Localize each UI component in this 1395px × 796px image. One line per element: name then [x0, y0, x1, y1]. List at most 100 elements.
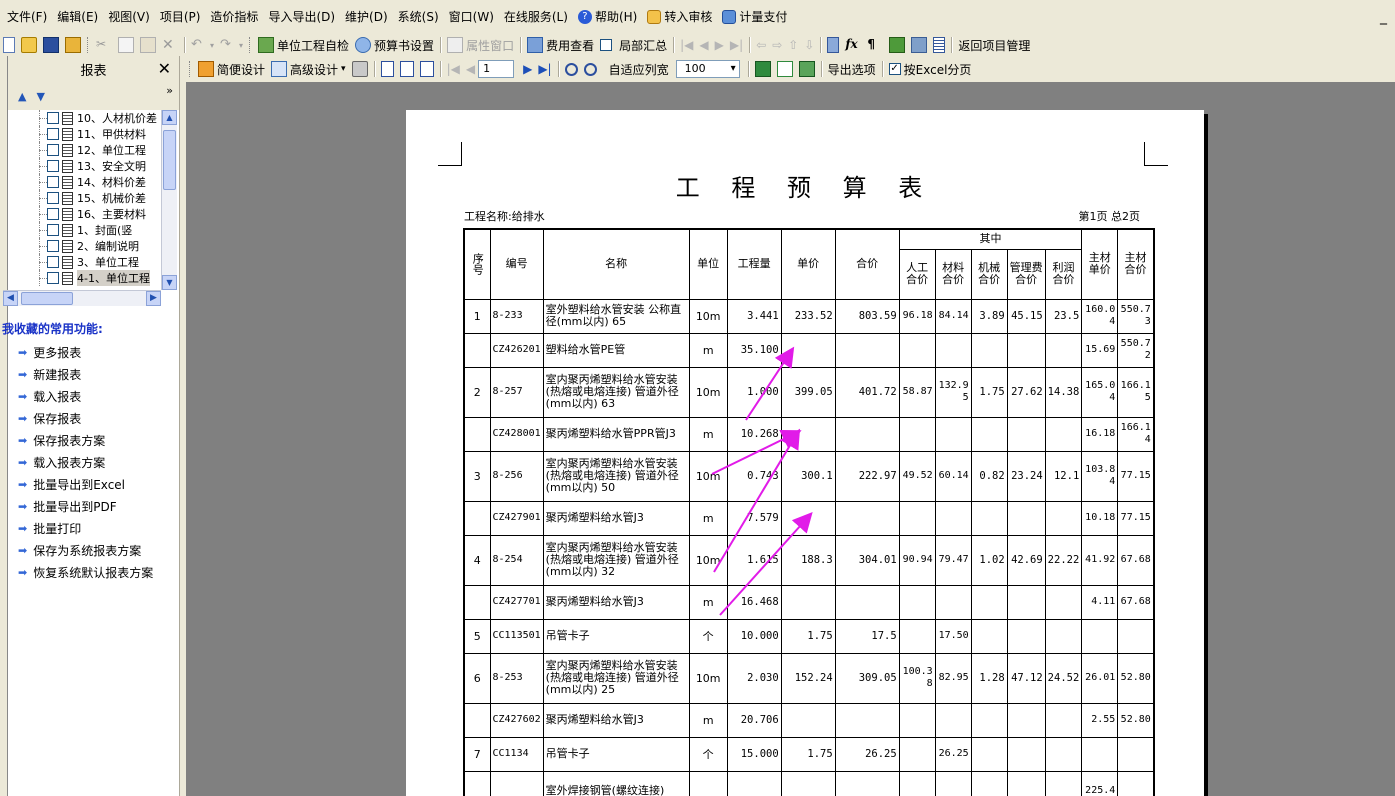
favorite-link[interactable]: ➡ 新建报表 [18, 363, 153, 385]
tree-item-checkbox[interactable] [47, 272, 59, 284]
move-down-icon[interactable]: ▼ [36, 90, 44, 103]
multi-page-button[interactable] [417, 59, 437, 79]
save-as-button[interactable] [62, 35, 84, 55]
menu-cost-index[interactable]: 造价指标 [205, 7, 263, 27]
zoom-out-button[interactable] [581, 59, 600, 79]
zoom-select[interactable]: 100 [675, 60, 740, 78]
tree-item[interactable]: 1、封面(竖 [3, 222, 161, 238]
tree-item-checkbox[interactable] [47, 160, 59, 172]
more-chevron-icon[interactable]: » [166, 84, 173, 97]
self-check-button[interactable]: 单位工程自检 [255, 35, 352, 55]
tree-item-checkbox[interactable] [47, 240, 59, 252]
return-project-button[interactable]: 返回项目管理 [955, 35, 1033, 55]
cut-button[interactable]: ✂ [93, 35, 115, 55]
fit-width-button[interactable]: 自适应列宽 [606, 59, 672, 79]
menu-project[interactable]: 项目(P) [155, 7, 206, 27]
undo-button[interactable]: ↶ ▾ [188, 35, 217, 55]
menu-view[interactable]: 视图(V) [103, 7, 155, 27]
menu-audit[interactable]: 转入审核 [642, 7, 717, 27]
move-down-button[interactable]: ⇩ [801, 35, 817, 55]
menu-pay[interactable]: 计量支付 [717, 7, 792, 27]
scroll-thumb[interactable] [21, 292, 73, 305]
favorite-link[interactable]: ➡ 恢复系统默认报表方案 [18, 561, 153, 583]
copy-button[interactable] [115, 35, 137, 55]
scroll-left-icon[interactable]: ◀ [3, 291, 18, 306]
tree-item[interactable]: 3、单位工程 [3, 254, 161, 270]
tree-item-checkbox[interactable] [47, 224, 59, 236]
excel-paging-checkbox[interactable]: ✓ [888, 63, 901, 75]
scroll-thumb[interactable] [163, 130, 176, 190]
two-page-button[interactable] [397, 59, 417, 79]
next-page-button[interactable]: ▶ [520, 59, 535, 79]
property-window-button[interactable]: 属性窗口 [444, 35, 517, 55]
tree-item[interactable]: 16、主要材料 [3, 206, 161, 222]
nav-next-button[interactable]: ▶ [712, 35, 727, 55]
close-icon[interactable]: ✕ [158, 59, 171, 78]
nav-last-button[interactable]: ▶| [727, 35, 746, 55]
favorite-link[interactable]: ➡ 保存报表方案 [18, 429, 153, 451]
budget-settings-button[interactable]: 预算书设置 [352, 35, 437, 55]
new-doc-button[interactable] [0, 35, 18, 55]
favorite-link[interactable]: ➡ 保存为系统报表方案 [18, 539, 153, 561]
menu-edit[interactable]: 编辑(E) [52, 7, 103, 27]
tree-item[interactable]: 11、甲供材料 [3, 126, 161, 142]
export-batch-button[interactable] [796, 59, 818, 79]
tree-item-checkbox[interactable] [47, 128, 59, 140]
zoom-in-button[interactable] [562, 59, 581, 79]
prev-page-button[interactable]: ◀ [463, 59, 478, 79]
minimize-button[interactable]: _ [1380, 9, 1395, 25]
single-page-button[interactable] [378, 59, 397, 79]
fee-view-button[interactable]: 费用查看 [524, 35, 597, 55]
nav-prev-button[interactable]: ◀ [696, 35, 711, 55]
tree-item-checkbox[interactable] [47, 176, 59, 188]
nav-first-button[interactable]: |◀ [677, 35, 696, 55]
list-button[interactable] [930, 35, 948, 55]
menu-help[interactable]: ? 帮助(H) [573, 7, 642, 27]
paste-button[interactable] [137, 35, 159, 55]
menu-maintain[interactable]: 维护(D) [340, 7, 393, 27]
export-word-button[interactable] [774, 59, 796, 79]
open-button[interactable] [18, 35, 40, 55]
delete-button[interactable]: ✕ [159, 35, 181, 55]
tree-horizontal-scrollbar[interactable]: ◀ ▶ [3, 290, 161, 306]
paragraph-button[interactable]: ¶ [864, 35, 886, 55]
tree-item-checkbox[interactable] [47, 208, 59, 220]
tree-vertical-scrollbar[interactable]: ▲ ▼ [161, 110, 177, 290]
scroll-right-icon[interactable]: ▶ [146, 291, 161, 306]
calculator-button[interactable] [824, 35, 842, 55]
redo-button[interactable]: ↷ ▾ [217, 35, 246, 55]
scroll-down-icon[interactable]: ▼ [162, 275, 177, 290]
move-right-button[interactable]: ⇨ [769, 35, 785, 55]
menu-file[interactable]: 文件(F) [2, 7, 52, 27]
print-button[interactable] [349, 59, 371, 79]
cube-button[interactable] [886, 35, 908, 55]
favorite-link[interactable]: ➡ 批量导出到Excel [18, 473, 153, 495]
menu-window[interactable]: 窗口(W) [444, 7, 499, 27]
save-button[interactable] [40, 35, 62, 55]
move-left-button[interactable]: ⇦ [753, 35, 769, 55]
favorite-link[interactable]: ➡ 批量打印 [18, 517, 153, 539]
favorite-link[interactable]: ➡ 批量导出到PDF [18, 495, 153, 517]
favorite-link[interactable]: ➡ 载入报表 [18, 385, 153, 407]
tree-item[interactable]: 13、安全文明 [3, 158, 161, 174]
favorite-link[interactable]: ➡ 更多报表 [18, 341, 153, 363]
menu-system[interactable]: 系统(S) [393, 7, 444, 27]
page-number-input[interactable]: 1 [478, 60, 515, 78]
tree-item-checkbox[interactable] [47, 192, 59, 204]
first-page-button[interactable]: |◀ [444, 59, 463, 79]
menu-import-export[interactable]: 导入导出(D) [263, 7, 340, 27]
favorite-link[interactable]: ➡ 保存报表 [18, 407, 153, 429]
formula-button[interactable]: fx [842, 35, 864, 55]
scroll-up-icon[interactable]: ▲ [162, 110, 177, 125]
tree-item[interactable]: 4-1、单位工程 [3, 270, 161, 286]
simple-design-button[interactable]: 简便设计 [195, 59, 268, 79]
partial-summary-button[interactable]: 局部汇总 [597, 35, 670, 55]
tree-item-checkbox[interactable] [47, 256, 59, 268]
last-page-button[interactable]: ▶| [535, 59, 554, 79]
move-up-icon[interactable]: ▲ [18, 90, 26, 103]
export-excel-button[interactable] [752, 59, 774, 79]
computer-button[interactable] [908, 35, 930, 55]
advanced-design-button[interactable]: 高级设计 ▾ [268, 59, 349, 79]
partial-summary-checkbox[interactable] [600, 39, 613, 51]
menu-online-service[interactable]: 在线服务(L) [499, 7, 573, 27]
